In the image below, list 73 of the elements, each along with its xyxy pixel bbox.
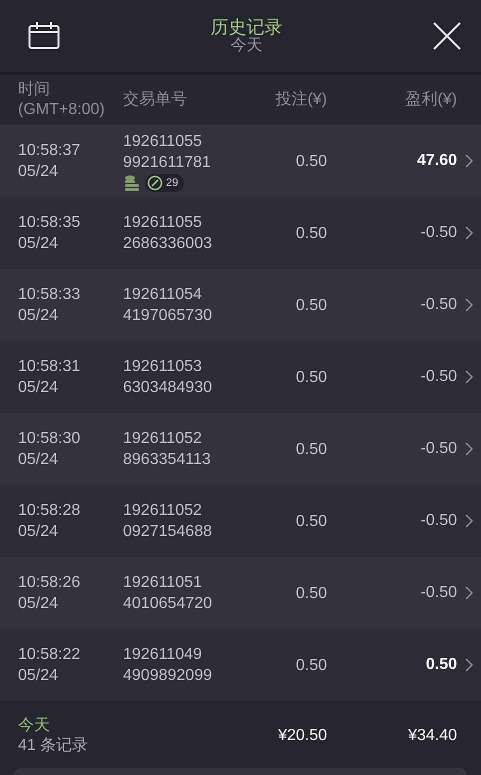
calendar-button[interactable] xyxy=(28,22,60,50)
stake-amount: 0.50 xyxy=(294,584,327,604)
profit-amount: -0.50 xyxy=(420,440,457,458)
time-text: 10:58:30 xyxy=(18,429,82,449)
order-number: 2686336003 xyxy=(123,234,213,254)
date-text: 05/24 xyxy=(18,594,60,614)
column-header: 时间 (GMT+8:00) xyxy=(18,80,106,120)
order-number: 192611051 xyxy=(123,573,203,593)
profit-amount: -0.50 xyxy=(420,584,457,602)
profit-amount: 0.50 xyxy=(424,656,457,674)
order-number: 8963354113 xyxy=(123,450,212,470)
profit-amount: -0.50 xyxy=(420,512,457,530)
stake-amount: 0.50 xyxy=(294,512,327,532)
time-text: 10:58:33 xyxy=(18,285,82,305)
window-title: 历史记录 xyxy=(210,17,282,37)
chevron-icon[interactable] xyxy=(464,297,474,313)
record-count: 41 条记录 xyxy=(18,736,90,756)
calendar-icon xyxy=(28,22,60,50)
date-text: 05/24 xyxy=(18,306,60,326)
profit-amount: -0.50 xyxy=(420,368,457,386)
chevron-icon[interactable] xyxy=(464,441,474,457)
order-number: 192611049 xyxy=(123,645,203,665)
close-icon xyxy=(433,22,461,50)
chevron-icon[interactable] xyxy=(464,513,474,529)
stake-amount: 0.50 xyxy=(294,368,327,388)
total-stake: ¥20.50 xyxy=(277,726,327,744)
gauge-icon xyxy=(147,174,163,190)
profit-amount: -0.50 xyxy=(420,224,457,242)
column-header: 交易单号 xyxy=(123,90,188,110)
stake-amount: 0.50 xyxy=(294,152,327,172)
order-number: 9921611781 xyxy=(123,152,212,172)
count-badge: 29 xyxy=(145,174,184,192)
date-text: 05/24 xyxy=(18,162,60,182)
chevron-icon[interactable] xyxy=(464,225,474,241)
stake-amount: 0.50 xyxy=(294,656,327,676)
date-text: 05/24 xyxy=(18,234,60,254)
profit-amount: -0.50 xyxy=(420,296,457,314)
coins-icon xyxy=(123,174,141,192)
stake-amount: 0.50 xyxy=(294,296,327,316)
date-text: 05/24 xyxy=(18,378,60,398)
column-header: 盈利(¥) xyxy=(404,90,457,110)
date-text: 05/24 xyxy=(18,450,60,470)
profit-amount: 47.60 xyxy=(416,152,457,170)
date-text: 05/24 xyxy=(18,666,60,686)
stake-amount: 0.50 xyxy=(294,224,327,244)
order-number: 4197065730 xyxy=(123,306,213,326)
stake-amount: 0.50 xyxy=(294,440,327,460)
chevron-icon[interactable] xyxy=(464,369,474,385)
chevron-icon[interactable] xyxy=(464,585,474,601)
order-number: 0927154688 xyxy=(123,522,213,542)
chevron-icon[interactable] xyxy=(464,657,474,673)
time-text: 10:58:28 xyxy=(18,501,82,521)
time-text: 10:58:31 xyxy=(18,357,82,377)
time-text: 10:58:22 xyxy=(18,645,82,665)
order-number: 192611052 xyxy=(123,501,203,521)
order-number: 192611055 xyxy=(123,132,203,152)
time-text: 10:58:35 xyxy=(18,213,82,233)
time-text: 10:58:26 xyxy=(18,573,82,593)
order-number: 4909892099 xyxy=(123,666,213,686)
order-number: 192611055 xyxy=(123,213,203,233)
time-text: 10:58:37 xyxy=(18,141,82,161)
order-number: 4010654720 xyxy=(123,594,213,614)
period-label: 今天 xyxy=(18,716,51,736)
total-profit: ¥34.40 xyxy=(407,726,457,744)
date-text: 05/24 xyxy=(18,522,60,542)
order-number: 192611052 xyxy=(123,429,203,449)
chevron-icon[interactable] xyxy=(464,153,474,169)
close-button[interactable] xyxy=(433,22,461,50)
order-number: 192611054 xyxy=(123,285,203,305)
order-number: 6303484930 xyxy=(123,378,213,398)
column-header: 投注(¥) xyxy=(274,90,327,110)
date-subtitle: 今天 xyxy=(230,37,262,55)
order-number: 192611053 xyxy=(123,357,203,377)
